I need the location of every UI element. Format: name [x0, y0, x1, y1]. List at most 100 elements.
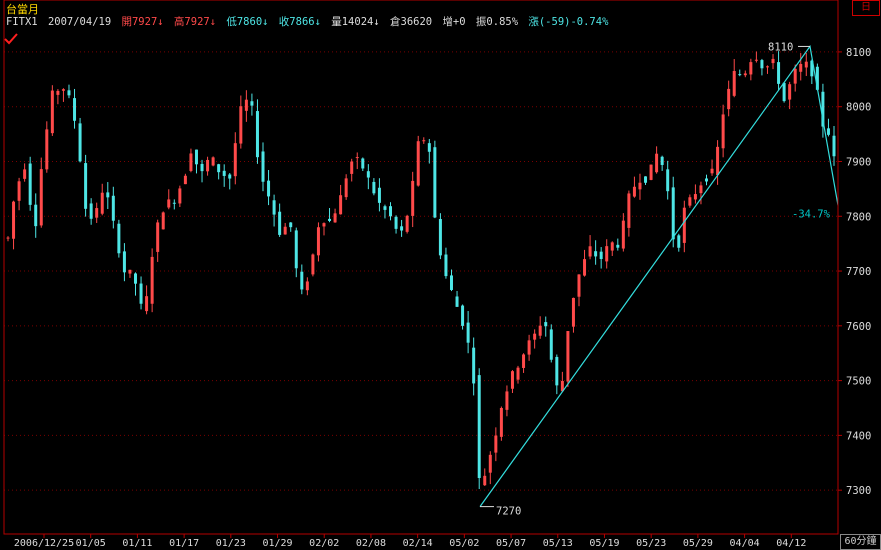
candle-body — [760, 60, 764, 69]
candle-body — [316, 227, 320, 256]
trendline-overlay: 8110 7270 -34.7% — [479, 41, 839, 518]
grid-lines — [4, 51, 838, 491]
candle-body — [438, 218, 442, 256]
candle-body — [777, 62, 781, 84]
candle-body — [488, 454, 492, 473]
candle-body — [449, 275, 453, 290]
candle-body — [799, 63, 803, 72]
candle-body — [743, 73, 747, 76]
x-tick-label: 01/23 — [216, 538, 246, 549]
candle-body — [45, 129, 49, 170]
x-tick-label: 01/17 — [169, 538, 199, 549]
candle-body — [383, 206, 387, 210]
candle-body — [815, 66, 819, 90]
candle-body — [239, 106, 243, 144]
candles — [6, 51, 836, 490]
candle-body — [100, 192, 104, 214]
candle-body — [660, 156, 664, 165]
candle-body — [594, 251, 598, 257]
x-tick-label: 01/05 — [76, 538, 106, 549]
candle-body — [372, 181, 376, 194]
candle-body — [677, 235, 681, 248]
period-day-badge[interactable]: 日 — [852, 0, 880, 16]
candle-body — [156, 222, 160, 252]
candle-body — [200, 163, 204, 172]
y-tick-label: 7600 — [846, 321, 871, 333]
candle-body — [23, 169, 27, 179]
candle-body — [361, 158, 365, 169]
price-chart: 81107270-34.7% 7300740075007600770078007… — [3, 0, 871, 549]
candle-body — [217, 164, 221, 173]
candle-body — [183, 175, 187, 185]
plot-frame — [3, 0, 839, 535]
candle-body — [516, 367, 520, 380]
candle-body — [644, 176, 648, 183]
candle-body — [549, 329, 553, 360]
candle-body — [738, 74, 742, 76]
candle-body — [732, 70, 736, 96]
candle-body — [754, 59, 758, 61]
candle-body — [804, 61, 808, 68]
candle-body — [544, 322, 548, 327]
candle-body — [206, 159, 210, 172]
y-tick-label: 7800 — [846, 211, 871, 223]
candle-body — [655, 153, 659, 173]
candle-body — [749, 62, 753, 75]
candle-body — [638, 182, 642, 190]
candle-body — [194, 149, 198, 165]
low-annotation: 7270 — [496, 506, 521, 518]
candle-body — [61, 89, 65, 91]
candle-body — [39, 169, 43, 226]
candle-body — [782, 82, 786, 102]
candle-body — [211, 157, 215, 166]
candle-body — [499, 407, 503, 437]
x-tick-label: 02/14 — [403, 538, 433, 549]
candle-body — [28, 163, 32, 205]
change-value: 漲(-59)-0.74% — [528, 16, 609, 28]
candle-body — [34, 204, 38, 227]
candle-body — [538, 325, 542, 336]
candle-body — [765, 66, 769, 68]
candle-body — [228, 174, 232, 179]
candle-body — [6, 237, 10, 239]
candle-body — [494, 435, 498, 453]
candle-body — [350, 161, 354, 174]
candle-body — [577, 274, 581, 297]
candle-body — [261, 151, 265, 182]
candle-body — [366, 171, 370, 178]
candle-body — [56, 90, 60, 95]
candle-body — [621, 220, 625, 249]
axes: 7300 7400 7500 7600 7700 7800 7900 8000 8100 2006… — [3, 0, 871, 549]
x-tick-label: 05/02 — [449, 538, 479, 549]
candle-body — [17, 181, 21, 201]
candle-body — [134, 273, 138, 284]
y-tick-label: 7400 — [846, 430, 871, 442]
candle-body — [12, 201, 16, 239]
candle-body — [50, 90, 54, 134]
candle-body — [821, 91, 825, 127]
candle-body — [605, 246, 609, 262]
candle-body — [267, 180, 271, 197]
candle-body — [649, 164, 653, 180]
candle-body — [139, 283, 143, 304]
candle-body — [682, 207, 686, 243]
candle-body — [671, 187, 675, 240]
period-selector[interactable]: 60分鐘 — [840, 534, 881, 550]
candle-body — [477, 375, 481, 478]
candle-body — [411, 180, 415, 216]
candle-body — [716, 146, 720, 176]
candle-body — [145, 296, 149, 312]
x-tick-label: 01/11 — [122, 538, 152, 549]
candle-body — [106, 192, 110, 198]
y-tick-label: 8100 — [846, 47, 871, 59]
candle-body — [233, 143, 237, 177]
candle-body — [533, 333, 537, 340]
high-annotation: 8110 — [768, 41, 793, 53]
quote-info-bar: FITX1 2007/04/19 開7927↓ 高7927↓ 低7860↓ 收7… — [6, 14, 612, 29]
candle-body — [461, 305, 465, 326]
candle-body — [84, 163, 88, 209]
candle-body — [111, 195, 115, 221]
candle-body — [422, 140, 426, 142]
candle-body — [389, 206, 393, 217]
candle-body — [244, 99, 248, 111]
